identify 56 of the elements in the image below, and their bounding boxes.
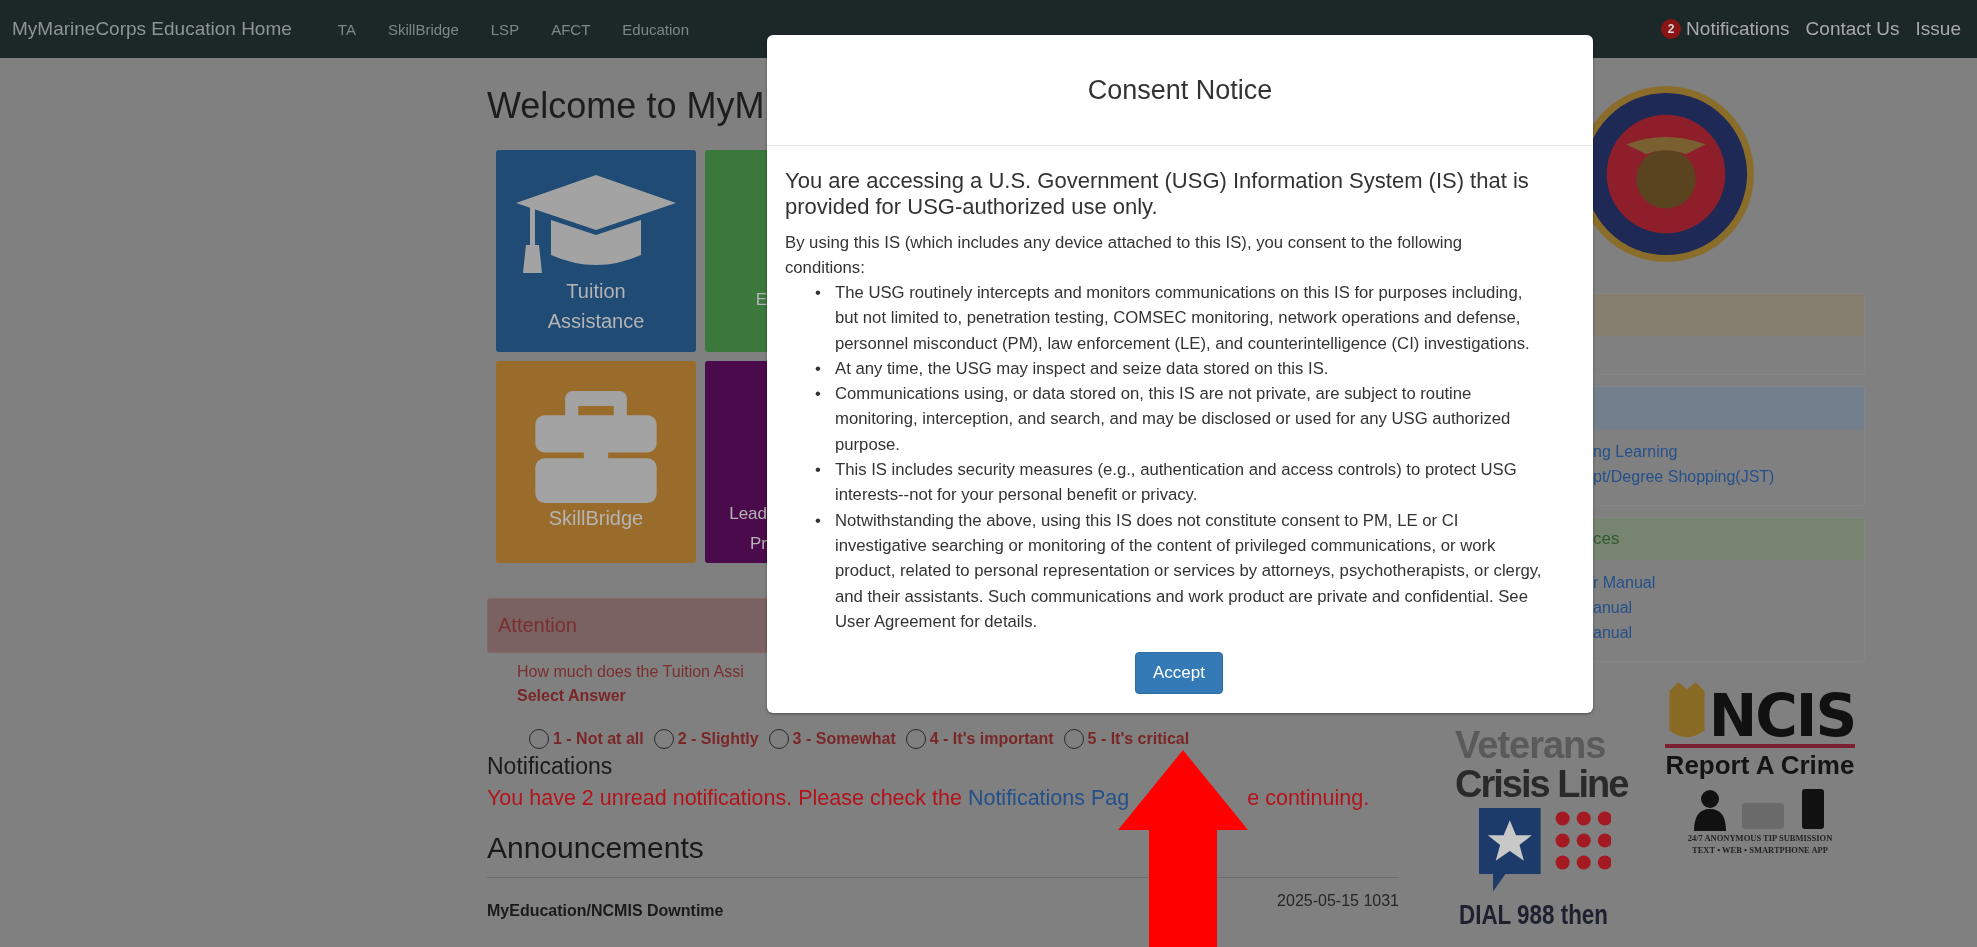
crisis-line-logo-text: Crisis Line [1455, 764, 1629, 804]
dialog-intro-text: By using this IS (which includes any device attached to this IS), you consent to the following conditions: [785, 232, 1464, 279]
consent-condition: Communications using, or data stored on, this IS are not private, are subject to routine monitoring, interception, and search, and may be disclosed or used for any USG authorized purpose. [835, 383, 1512, 456]
tile-label: E [755, 289, 767, 311]
answer-option[interactable]: 1 - Not at all [529, 729, 644, 749]
answer-option[interactable]: 3 - Somewhat [768, 729, 896, 749]
tile-label: Pr [750, 533, 767, 555]
bullet-marker: • [815, 282, 822, 304]
nav-link[interactable]: Issue [1915, 18, 1961, 40]
nav-link[interactable]: Education [622, 20, 690, 38]
bullet-marker: • [815, 383, 822, 406]
tip-submission-text: TEXT • WEB • SMARTPHONE APP [1692, 845, 1828, 855]
consent-condition: At any time, the USG may inspect and seize data stored on this IS. [835, 357, 1329, 380]
nav-link[interactable]: TA [337, 20, 356, 38]
graduation-cap-icon [516, 175, 676, 275]
panel-link[interactable]: ng Learning [1593, 439, 1864, 464]
tile-label: Tuition [566, 279, 626, 304]
consent-condition: The USG routinely intercepts and monitors communications on this IS for purposes including, but not limited to, penetration testing, COMSEC monitoring, network operations and defense, personnel misconduct (PM), law enforcement (LE), and counterintelligence (CI) investigations. [835, 282, 1531, 355]
notifications-page-link[interactable]: Notifications Pag [967, 786, 1130, 810]
announcement-title[interactable]: MyEducation/NCMIS Downtime [487, 902, 724, 920]
dialog-title: Consent Notice [1087, 74, 1273, 106]
answer-option[interactable]: 4 - It's important [905, 729, 1054, 749]
bullet-marker: • [815, 459, 822, 482]
panel-link[interactable]: anual [1593, 620, 1864, 645]
nav-link[interactable]: Notifications [1686, 18, 1790, 40]
bullet-marker: • [815, 357, 822, 380]
nav-link[interactable]: LSP [490, 20, 520, 38]
page-title: Welcome to MyM [487, 84, 765, 128]
select-answer-label: Select Answer [517, 687, 626, 705]
consent-condition: This IS includes security measures (e.g., authentication and access controls) to protect USG interests--not for your personal benefit or privacy. [835, 459, 1518, 507]
brand-link[interactable]: MyMarineCorps Education Home [12, 18, 292, 40]
accept-button[interactable]: Accept [1135, 652, 1223, 695]
panel-link[interactable]: r Manual [1593, 570, 1864, 595]
answer-option[interactable]: 5 - It's critical [1063, 729, 1190, 749]
nav-link[interactable]: Contact Us [1805, 18, 1900, 40]
notification-badge: 2 [1661, 19, 1682, 39]
announcement-date: 2025-05-15 1031 [1277, 892, 1399, 911]
tile-link[interactable]: Tuition Assistance [496, 150, 696, 352]
tip-submission-text: 24/7 ANONYMOUS TIP SUBMISSION [1687, 833, 1833, 843]
tile-label: Assistance [547, 309, 645, 334]
crisis-line-dial-text: DIAL 988 then [1459, 900, 1609, 930]
survey-question: How much does the Tuition Assi [517, 663, 744, 681]
bullet-marker: • [815, 509, 822, 532]
nav-link[interactable]: AFCT [551, 20, 591, 38]
answer-option[interactable]: 2 - Slightly [653, 729, 759, 749]
dialog-lead-text: You are accessing a U.S. Government (USG) Information System (IS) that is provided for USG-authorized use only. [785, 168, 1530, 220]
nav-link[interactable]: SkillBridge [387, 20, 459, 38]
tile-link[interactable]: SkillBridge [496, 361, 696, 563]
tile-label: SkillBridge [548, 506, 644, 531]
tile-label: Lead [729, 503, 767, 525]
panel-link[interactable]: anual [1593, 595, 1864, 620]
notifications-message: You have 2 unread notifications. Please check the Notifications Pag e continuing. [487, 786, 1371, 811]
ncis-logo-text: NCIS [1708, 688, 1856, 744]
panel-link[interactable]: pt/Degree Shopping(JST) [1593, 464, 1864, 489]
notifications-heading: Notifications [487, 753, 614, 780]
report-crime-text: Report A Crime [1665, 750, 1855, 781]
